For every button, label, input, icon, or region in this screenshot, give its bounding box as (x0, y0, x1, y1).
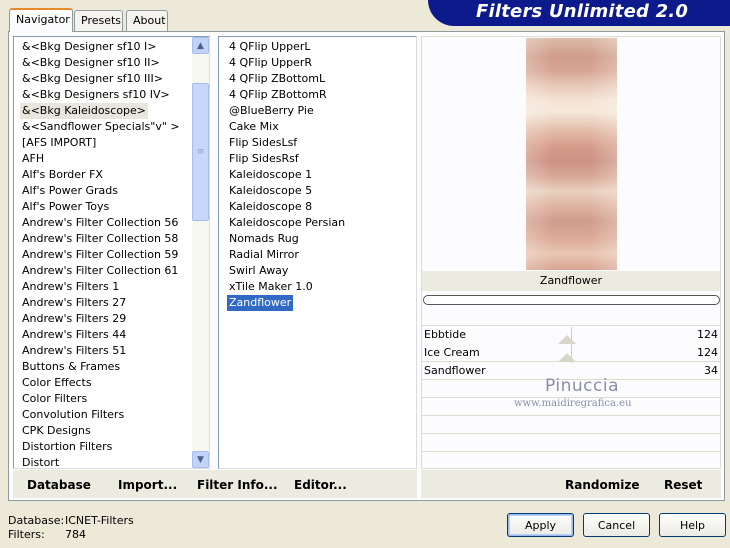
cancel-button[interactable]: Cancel (583, 513, 650, 537)
scroll-down-button[interactable]: ▼ (192, 451, 209, 468)
filter-item[interactable]: 4 QFlip UpperL (227, 39, 313, 55)
app-title-banner: Filters Unlimited 2.0 (428, 0, 730, 26)
category-item[interactable]: Alf's Border FX (20, 167, 105, 183)
category-scrollbar[interactable]: ▲ ≡ ▼ (192, 37, 209, 468)
category-item[interactable]: AFH (20, 151, 46, 167)
slider-thumb[interactable] (558, 335, 576, 344)
status-filters-label: Filters: (8, 528, 45, 541)
editor-button[interactable]: Editor... (294, 478, 347, 492)
category-item[interactable]: [AFS IMPORT] (20, 135, 98, 151)
scroll-up-button[interactable]: ▲ (192, 37, 209, 54)
filter-item[interactable]: 4 QFlip ZBottomR (227, 87, 329, 103)
category-item[interactable]: Andrew's Filter Collection 61 (20, 263, 180, 279)
tab-label: Presets (81, 14, 122, 27)
category-item[interactable]: &<Bkg Designer sf10 II> (20, 55, 162, 71)
cancel-label: Cancel (597, 518, 636, 532)
filter-item[interactable]: Flip SidesRsf (227, 151, 301, 167)
grip-icon: ≡ (196, 147, 205, 157)
filter-item[interactable]: Radial Mirror (227, 247, 301, 263)
filter-item[interactable]: Kaleidoscope 8 (227, 199, 314, 215)
chevron-down-icon: ▼ (197, 454, 204, 465)
status-filters-value: 784 (65, 528, 86, 541)
filter-item[interactable]: Kaleidoscope 5 (227, 183, 314, 199)
tab-about[interactable]: About (126, 10, 168, 31)
preview-filter-name: Zandflower (422, 271, 720, 291)
category-item[interactable]: Alf's Power Grads (20, 183, 120, 199)
status-database-value: ICNET-Filters (65, 514, 134, 527)
category-item[interactable]: Distortion Filters (20, 439, 114, 455)
tab-label: About (133, 14, 166, 27)
filter-item[interactable]: Flip SidesLsf (227, 135, 299, 151)
param-label: Ebbtide (424, 328, 467, 341)
filter-list[interactable]: 4 QFlip UpperL 4 QFlip UpperR 4 QFlip ZBot… (218, 36, 417, 469)
filter-item[interactable]: 4 QFlip ZBottomL (227, 71, 327, 87)
tab-presets[interactable]: Presets (74, 10, 123, 31)
category-item[interactable]: Alf's Power Toys (20, 199, 111, 215)
category-item[interactable]: Andrew's Filter Collection 58 (20, 231, 180, 247)
watermark-url: www.maidiregrafica.eu (514, 398, 632, 409)
slider-thumb[interactable] (558, 353, 576, 362)
filter-info-button[interactable]: Filter Info... (197, 478, 278, 492)
category-item[interactable]: Convolution Filters (20, 407, 126, 423)
database-button[interactable]: Database (27, 478, 91, 492)
tab-navigator[interactable]: Navigator (9, 8, 73, 32)
reset-button[interactable]: Reset (664, 478, 702, 492)
category-list[interactable]: &<Bkg Designer sf10 I> &<Bkg Designer sf1… (13, 36, 210, 469)
filter-item[interactable]: Zandflower (227, 295, 294, 311)
category-item[interactable]: Andrew's Filters 44 (20, 327, 128, 343)
category-item[interactable]: Andrew's Filter Collection 59 (20, 247, 180, 263)
param-label: Sandflower (424, 364, 486, 377)
scroll-thumb[interactable]: ≡ (192, 83, 209, 221)
filter-item[interactable]: Nomads Rug (227, 231, 301, 247)
filter-item[interactable]: Cake Mix (227, 119, 281, 135)
app-title: Filters Unlimited 2.0 (476, 1, 689, 22)
help-button[interactable]: Help (659, 513, 726, 537)
category-item[interactable]: Color Effects (20, 375, 94, 391)
filter-item[interactable]: Kaleidoscope Persian (227, 215, 347, 231)
filter-item[interactable]: Kaleidoscope 1 (227, 167, 314, 183)
filter-item[interactable]: @BlueBerry Pie (227, 103, 316, 119)
status-database-label: Database: (8, 514, 65, 527)
filter-item[interactable]: xTile Maker 1.0 (227, 279, 315, 295)
tab-label: Navigator (16, 13, 70, 26)
category-item[interactable]: Distort (20, 455, 61, 471)
filter-item[interactable]: 4 QFlip UpperR (227, 55, 314, 71)
category-item[interactable]: CPK Designs (20, 423, 93, 439)
category-item[interactable]: &<Bkg Designer sf10 III> (20, 71, 165, 87)
preview-image (526, 38, 617, 270)
randomize-button[interactable]: Randomize (565, 478, 639, 492)
category-item[interactable]: &<Bkg Designers sf10 IV> (20, 87, 172, 103)
watermark-name: Pinuccia (545, 376, 619, 396)
category-item[interactable]: Andrew's Filters 51 (20, 343, 128, 359)
filter-item[interactable]: Swirl Away (227, 263, 290, 279)
category-item[interactable]: Buttons & Frames (20, 359, 122, 375)
param-value[interactable]: 124 (680, 327, 718, 343)
param-label: Ice Cream (424, 346, 480, 359)
apply-label: Apply (524, 518, 557, 532)
help-label: Help (679, 518, 706, 532)
chevron-up-icon: ▲ (197, 40, 204, 51)
param-value[interactable]: 124 (680, 345, 718, 361)
import-button[interactable]: Import... (118, 478, 177, 492)
category-item[interactable]: &<Bkg Kaleidoscope> (20, 103, 149, 119)
param-value[interactable]: 34 (680, 363, 718, 379)
category-item[interactable]: Color Filters (20, 391, 89, 407)
category-item[interactable]: Andrew's Filters 1 (20, 279, 121, 295)
category-item[interactable]: &<Sandflower Specials"v" > (20, 119, 182, 135)
progress-bar (423, 295, 720, 305)
category-item[interactable]: &<Bkg Designer sf10 I> (20, 39, 159, 55)
apply-button[interactable]: Apply (507, 513, 574, 537)
category-item[interactable]: Andrew's Filters 29 (20, 311, 128, 327)
category-item[interactable]: Andrew's Filter Collection 56 (20, 215, 180, 231)
category-item[interactable]: Andrew's Filters 27 (20, 295, 128, 311)
